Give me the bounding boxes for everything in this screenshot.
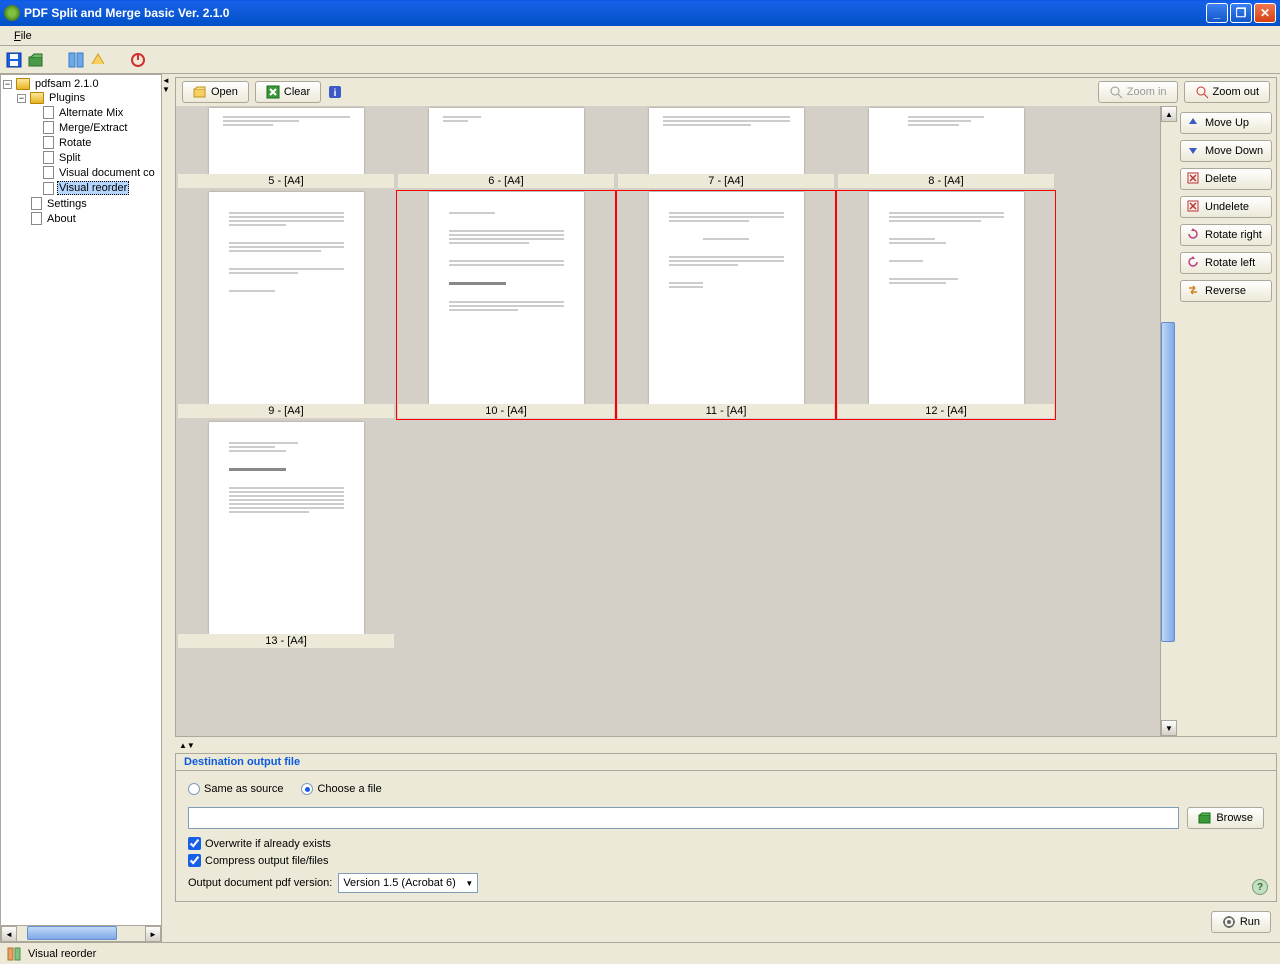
clear-button[interactable]: Clear xyxy=(255,81,321,103)
thumb-vscrollbar[interactable]: ▲ ▼ xyxy=(1160,106,1176,736)
run-button[interactable]: Run xyxy=(1211,911,1271,933)
close-button[interactable]: ✕ xyxy=(1254,3,1276,23)
thumb-7[interactable]: 7 - [A4] xyxy=(616,106,836,190)
tree-root[interactable]: −pdfsam 2.1.0 xyxy=(3,77,159,91)
tree-item-visual-composer[interactable]: Visual document co xyxy=(3,165,159,180)
open-button[interactable]: Open xyxy=(182,81,249,103)
output-file-input[interactable] xyxy=(188,807,1179,829)
exit-icon[interactable] xyxy=(130,52,146,68)
zoom-out-button[interactable]: Zoom out xyxy=(1184,81,1270,103)
save-icon[interactable] xyxy=(6,52,22,68)
sidebar-tree: −pdfsam 2.1.0 −Plugins Alternate Mix Mer… xyxy=(0,74,162,942)
rotate-left-button[interactable]: Rotate left xyxy=(1180,252,1272,274)
thumb-6[interactable]: 6 - [A4] xyxy=(396,106,616,190)
tree-item-visual-reorder[interactable]: Visual reorder xyxy=(3,180,159,196)
radio-same-as-source[interactable]: Same as source xyxy=(188,783,283,795)
tree-item-merge-extract[interactable]: Merge/Extract xyxy=(3,120,159,135)
radio-choose-file[interactable]: Choose a file xyxy=(301,783,381,795)
splitter[interactable]: ◄▼ xyxy=(162,74,172,942)
load-icon[interactable] xyxy=(28,52,44,68)
undelete-button[interactable]: Undelete xyxy=(1180,196,1272,218)
window-title: PDF Split and Merge basic Ver. 2.1.0 xyxy=(24,6,229,20)
check-compress[interactable]: Compress output file/files xyxy=(188,854,1264,867)
tree-plugins[interactable]: −Plugins xyxy=(3,91,159,105)
app-icon xyxy=(4,5,20,21)
thumbnail-panel: Open Clear i Zoom in Zoom out 5 - [A4] 6… xyxy=(175,77,1277,737)
thumb-5[interactable]: 5 - [A4] xyxy=(176,106,396,190)
minimize-button[interactable]: _ xyxy=(1206,3,1228,23)
output-title: Destination output file xyxy=(176,754,1276,771)
move-up-button[interactable]: Move Up xyxy=(1180,112,1272,134)
info-icon[interactable]: i xyxy=(327,84,343,100)
clear-log-icon[interactable] xyxy=(90,52,106,68)
maximize-button[interactable]: ❐ xyxy=(1230,3,1252,23)
check-overwrite[interactable]: Overwrite if already exists xyxy=(188,837,1264,850)
menubar: File xyxy=(0,26,1280,46)
svg-text:i: i xyxy=(334,88,337,99)
sidebar-scrollbar[interactable]: ◄ ► xyxy=(1,925,161,941)
thumb-8[interactable]: 8 - [A4] xyxy=(836,106,1056,190)
right-button-panel: Move Up Move Down Delete Undelete Rotate… xyxy=(1176,106,1276,736)
titlebar: PDF Split and Merge basic Ver. 2.1.0 _ ❐… xyxy=(0,0,1280,26)
tree-item-rotate[interactable]: Rotate xyxy=(3,135,159,150)
log-icon[interactable] xyxy=(68,52,84,68)
version-select[interactable]: Version 1.5 (Acrobat 6)▼ xyxy=(338,873,478,893)
thumb-9[interactable]: 9 - [A4] xyxy=(176,190,396,420)
reverse-button[interactable]: Reverse xyxy=(1180,280,1272,302)
thumb-11[interactable]: 11 - [A4] xyxy=(616,190,836,420)
zoom-in-button: Zoom in xyxy=(1098,81,1178,103)
thumb-13[interactable]: 13 - [A4] xyxy=(176,420,396,650)
h-splitter[interactable]: ▲▼ xyxy=(175,740,1277,750)
thumb-12[interactable]: 12 - [A4] xyxy=(836,190,1056,420)
rotate-right-button[interactable]: Rotate right xyxy=(1180,224,1272,246)
tree-about[interactable]: About xyxy=(3,211,159,226)
menu-file[interactable]: File xyxy=(8,28,38,44)
status-icon xyxy=(6,946,22,962)
move-down-button[interactable]: Move Down xyxy=(1180,140,1272,162)
thumbnail-grid[interactable]: 5 - [A4] 6 - [A4] 7 - [A4] 8 - [A4] 9 - … xyxy=(176,106,1160,736)
output-panel: Destination output file Same as source C… xyxy=(175,753,1277,902)
tree-item-alternate-mix[interactable]: Alternate Mix xyxy=(3,105,159,120)
version-label: Output document pdf version: xyxy=(188,877,332,889)
status-text: Visual reorder xyxy=(28,948,96,960)
browse-button[interactable]: Browse xyxy=(1187,807,1264,829)
main-toolbar xyxy=(0,46,1280,74)
statusbar: Visual reorder xyxy=(0,942,1280,964)
tree-settings[interactable]: Settings xyxy=(3,196,159,211)
help-icon[interactable]: ? xyxy=(1252,879,1268,895)
tree-item-split[interactable]: Split xyxy=(3,150,159,165)
thumb-10[interactable]: 10 - [A4] xyxy=(396,190,616,420)
delete-button[interactable]: Delete xyxy=(1180,168,1272,190)
